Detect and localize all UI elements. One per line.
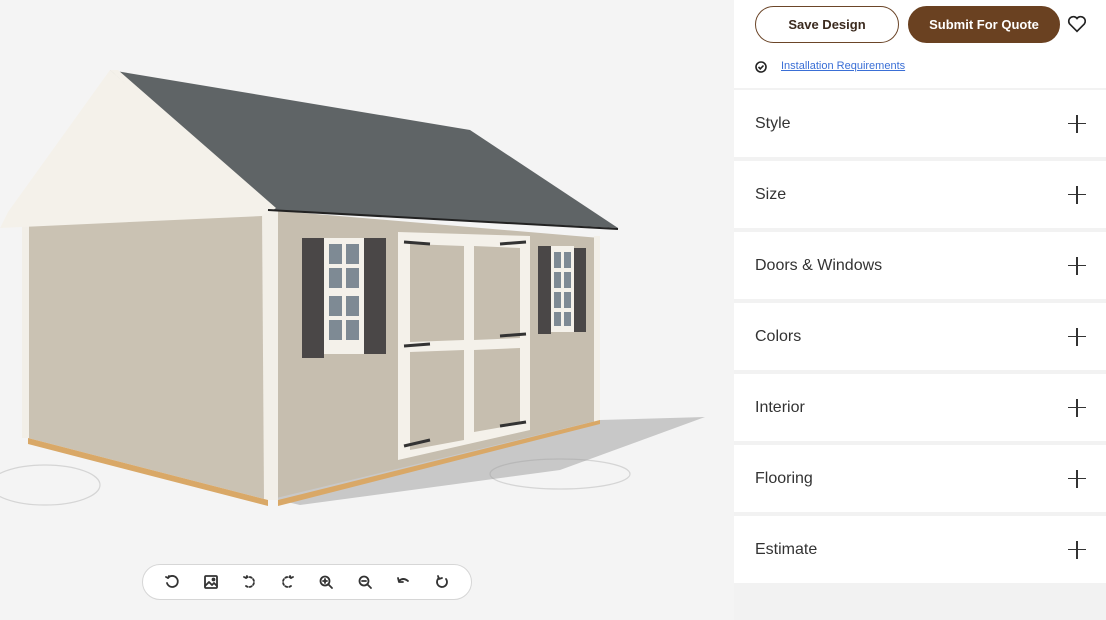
section-label: Estimate <box>755 540 818 558</box>
plus-icon[interactable] <box>1068 114 1086 133</box>
submit-for-quote-button[interactable]: Submit For Quote <box>908 6 1060 43</box>
section-size[interactable]: Size <box>734 161 1106 228</box>
installation-requirements-link[interactable]: Installation Requirements <box>781 60 905 72</box>
plus-icon[interactable] <box>1068 398 1086 417</box>
shutter <box>364 238 386 354</box>
plus-icon[interactable] <box>1068 185 1086 204</box>
door-panel <box>474 348 520 432</box>
corner-trim <box>22 222 29 438</box>
door-panel <box>410 350 464 450</box>
section-label: Size <box>755 185 787 203</box>
zoom-out-icon[interactable] <box>353 570 377 594</box>
installation-requirements: Installation Requirements <box>755 60 905 73</box>
configurator-app: Save Design Submit For Quote Installatio… <box>0 0 1106 620</box>
section-label: Flooring <box>755 469 813 487</box>
section-doors-windows[interactable]: Doors & Windows <box>734 232 1106 299</box>
check-circle-icon <box>755 60 767 73</box>
shed-model[interactable] <box>0 0 734 620</box>
door-panel <box>474 246 520 340</box>
corner-trim <box>262 210 278 500</box>
viewer-toolbar <box>142 564 472 600</box>
3d-viewer[interactable] <box>0 0 734 620</box>
plus-icon[interactable] <box>1068 469 1086 488</box>
action-bar: Save Design Submit For Quote Installatio… <box>734 0 1106 88</box>
save-design-button[interactable]: Save Design <box>755 6 899 43</box>
door-panel <box>410 244 464 342</box>
section-interior[interactable]: Interior <box>734 374 1106 441</box>
plus-icon[interactable] <box>1068 256 1086 275</box>
undo-icon[interactable] <box>391 570 415 594</box>
section-label: Interior <box>755 398 805 416</box>
heart-icon[interactable] <box>1066 13 1088 35</box>
section-colors[interactable]: Colors <box>734 303 1106 370</box>
section-label: Doors & Windows <box>755 256 883 274</box>
shutter <box>574 248 586 332</box>
corner-trim <box>594 236 600 422</box>
section-label: Colors <box>755 327 802 345</box>
rotate-left-icon[interactable] <box>237 570 261 594</box>
refresh-icon[interactable] <box>430 570 454 594</box>
plus-icon[interactable] <box>1068 327 1086 346</box>
zoom-in-icon[interactable] <box>314 570 338 594</box>
shutter <box>302 238 324 358</box>
plus-icon[interactable] <box>1068 540 1086 559</box>
shutter <box>538 246 551 334</box>
image-icon[interactable] <box>199 570 223 594</box>
section-label: Style <box>755 114 791 132</box>
option-sections: Style Size Doors & Windows Colors Interi… <box>734 90 1106 587</box>
section-estimate[interactable]: Estimate <box>734 516 1106 583</box>
options-sidebar: Save Design Submit For Quote Installatio… <box>734 0 1106 620</box>
rotate-right-icon[interactable] <box>276 570 300 594</box>
section-flooring[interactable]: Flooring <box>734 445 1106 512</box>
reset-view-icon[interactable] <box>160 570 184 594</box>
section-style[interactable]: Style <box>734 90 1106 157</box>
